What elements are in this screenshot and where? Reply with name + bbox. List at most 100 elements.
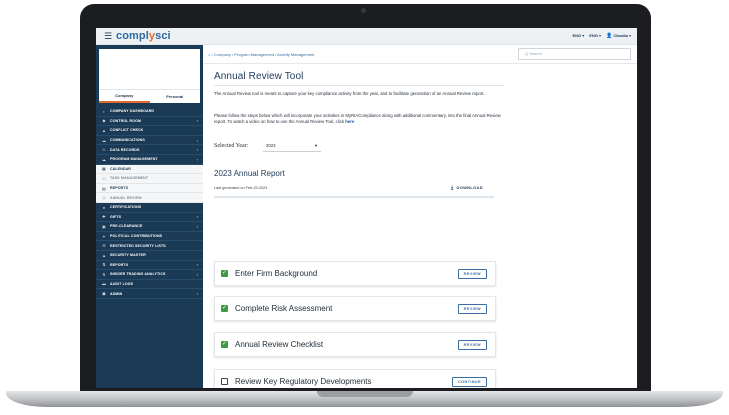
report-divider bbox=[214, 196, 494, 198]
chevron-right-icon: › bbox=[196, 156, 198, 162]
brand-tail: sci bbox=[155, 30, 171, 42]
instructions-body: Please follow the steps below which will… bbox=[214, 113, 501, 125]
sidebar-item-label: PRE-CLEARANCE bbox=[110, 224, 143, 229]
breadcrumb-path[interactable]: / Company / Program Management / Activit… bbox=[212, 52, 315, 57]
caret-down-icon: ▼ bbox=[314, 143, 318, 148]
review-button[interactable]: REVIEW bbox=[457, 269, 487, 279]
step-label: Complete Risk Assessment bbox=[235, 304, 333, 313]
language-dropdown[interactable]: ENG ▾ bbox=[572, 33, 584, 39]
chevron-right-icon: › bbox=[196, 271, 198, 277]
home-icon[interactable]: ⌂ bbox=[208, 52, 210, 57]
instructions-text: Please follow the steps below which will… bbox=[214, 113, 504, 126]
sidebar-item-reports[interactable]: ▤ REPORTS bbox=[96, 183, 203, 194]
user-icon: 👤 bbox=[606, 33, 613, 39]
camera-icon bbox=[361, 8, 366, 13]
sidebar: Company Personal ◗ COMPANY DASHBOARD ◆ CONT… bbox=[96, 45, 203, 388]
screen: ☰ complysci ENG ▾ ENG ▾ 👤 Claudia ▾ Comp… bbox=[96, 28, 637, 388]
user-menu[interactable]: 👤 Claudia ▾ bbox=[606, 33, 631, 39]
sidebar-item-label: CONFLICT CHECK bbox=[110, 128, 144, 133]
sidebar-item-label: PROGRAM MANAGEMENT bbox=[110, 157, 158, 162]
search-input[interactable]: Q Search bbox=[518, 48, 631, 60]
gifts-icon: ✚ bbox=[102, 214, 106, 220]
sidebar-item-program-management[interactable]: ☁ PROGRAM MANAGEMENT › bbox=[96, 155, 203, 165]
checkbox-checked-icon[interactable]: ✓ bbox=[221, 270, 228, 277]
video-link[interactable]: here bbox=[345, 119, 354, 124]
chevron-right-icon: › bbox=[196, 147, 198, 153]
brand-logo[interactable]: complysci bbox=[116, 30, 171, 42]
step-card: ✓ Enter Firm Background REVIEW bbox=[214, 261, 496, 286]
sidebar-item-data-records[interactable]: ⚠ DATA RECORDS › bbox=[96, 145, 203, 155]
main-content: ⌂ / Company / Program Management / Activ… bbox=[203, 45, 637, 388]
sidebar-item-company-dashboard[interactable]: ◗ COMPANY DASHBOARD bbox=[96, 107, 203, 117]
sidebar-item-label: DATA RECORDS bbox=[110, 147, 140, 152]
step-label: Enter Firm Background bbox=[235, 269, 318, 278]
sidebar-item-annual-review[interactable]: ◎ ANNUAL REVIEW bbox=[96, 193, 203, 203]
pre-clearance-icon: ▣ bbox=[102, 223, 106, 229]
top-bar: ☰ complysci ENG ▾ ENG ▾ 👤 Claudia ▾ bbox=[96, 28, 637, 45]
sidebar-item-label: CALENDAR bbox=[110, 166, 131, 171]
step-card: ✓ Complete Risk Assessment REVIEW bbox=[214, 296, 496, 321]
analytics-icon: ↯ bbox=[102, 271, 106, 277]
sidebar-item-calendar[interactable]: ▦ CALENDAR bbox=[96, 164, 203, 175]
profile-card: Company Personal bbox=[99, 49, 200, 103]
checkbox-checked-icon[interactable]: ✓ bbox=[221, 341, 228, 348]
tab-personal[interactable]: Personal bbox=[149, 89, 200, 103]
sidebar-item-label: POLITICAL CONTRIBUTIONS bbox=[110, 234, 163, 239]
sidebar-item-label: ANNUAL REVIEW bbox=[110, 195, 142, 200]
laptop-notch bbox=[317, 391, 413, 397]
audit-icon: ▬ bbox=[101, 281, 107, 287]
sidebar-item-reports[interactable]: ⇅ REPORTS › bbox=[96, 261, 203, 271]
language-dropdown-secondary[interactable]: ENG ▾ bbox=[589, 33, 601, 39]
sidebar-item-admin[interactable]: ◼ ADMIN › bbox=[96, 289, 203, 299]
report-title: 2023 Annual Report bbox=[214, 169, 285, 178]
security-master-icon: ▲ bbox=[101, 252, 107, 258]
review-button[interactable]: REVIEW bbox=[457, 340, 487, 350]
dashboard-icon: ◗ bbox=[102, 108, 106, 114]
sidebar-item-task-management[interactable]: ☑ TASK MANAGEMENT bbox=[96, 174, 203, 184]
certifications-icon: ● bbox=[102, 204, 106, 210]
download-button[interactable]: ⤓ DOWNLOAD bbox=[451, 185, 483, 191]
program-management-icon: ☁ bbox=[101, 156, 107, 162]
sidebar-item-insider-trading-analytics[interactable]: ↯ INSIDER TRADING ANALYTICS › bbox=[96, 270, 203, 280]
hamburger-menu-icon[interactable]: ☰ bbox=[104, 32, 112, 41]
sidebar-item-political-contributions[interactable]: ✦ POLITICAL CONTRIBUTIONS bbox=[96, 232, 203, 242]
chevron-right-icon: › bbox=[196, 291, 198, 297]
report-meta: Last generated on Feb-20-2023 bbox=[214, 186, 268, 190]
user-name: Claudia ▾ bbox=[613, 33, 631, 38]
annual-review-icon: ◎ bbox=[102, 195, 106, 201]
sidebar-item-gifts[interactable]: ✚ GIFTS › bbox=[96, 213, 203, 223]
title-divider bbox=[214, 85, 504, 86]
sidebar-item-label: GIFTS bbox=[110, 214, 122, 219]
continue-button[interactable]: CONTINUE bbox=[451, 377, 487, 387]
sidebar-item-restricted-security-lists[interactable]: ☰ RESTRICTED SECURITY LISTS bbox=[96, 241, 203, 251]
step-label: Annual Review Checklist bbox=[235, 340, 324, 349]
sidebar-item-certifications[interactable]: ● CERTIFICATIONS bbox=[96, 203, 203, 213]
sidebar-item-label: REPORTS bbox=[110, 262, 129, 267]
reports-icon: ▤ bbox=[102, 185, 106, 191]
review-button[interactable]: REVIEW bbox=[457, 304, 487, 314]
sidebar-item-control-room[interactable]: ◆ CONTROL ROOM › bbox=[96, 117, 203, 127]
intro-text: The Annual Review tool is meant to captu… bbox=[214, 91, 485, 96]
chevron-right-icon: › bbox=[196, 118, 198, 124]
sidebar-item-security-master[interactable]: ▲ SECURITY MASTER bbox=[96, 251, 203, 261]
step-card: Review Key Regulatory Developments CONTIN… bbox=[214, 369, 496, 388]
selected-year-label: Selected Year: bbox=[214, 143, 249, 149]
breadcrumb: ⌂ / Company / Program Management / Activ… bbox=[208, 52, 314, 57]
restricted-icon: ☰ bbox=[102, 243, 106, 249]
checkbox-empty-icon[interactable] bbox=[221, 378, 228, 385]
sidebar-item-label: TASK MANAGEMENT bbox=[110, 176, 149, 181]
sidebar-item-communications[interactable]: ☁ COMMUNICATIONS › bbox=[96, 136, 203, 146]
sidebar-item-conflict-check[interactable]: ▲ CONFLICT CHECK bbox=[96, 126, 203, 136]
sidebar-item-label: REPORTS bbox=[110, 186, 129, 191]
sidebar-item-audit-logs[interactable]: ▬ AUDIT LOGS bbox=[96, 280, 203, 290]
checkbox-checked-icon[interactable]: ✓ bbox=[221, 305, 228, 312]
year-select[interactable]: 2023 ▼ bbox=[263, 140, 321, 152]
step-label: Review Key Regulatory Developments bbox=[235, 377, 372, 386]
sidebar-item-label: COMPANY DASHBOARD bbox=[110, 109, 155, 114]
communications-icon: ☁ bbox=[101, 137, 107, 143]
calendar-icon: ▦ bbox=[102, 166, 106, 172]
sidebar-item-label: CERTIFICATIONS bbox=[110, 205, 142, 210]
chevron-right-icon: › bbox=[196, 214, 198, 220]
sidebar-item-pre-clearance[interactable]: ▣ PRE-CLEARANCE › bbox=[96, 222, 203, 232]
tab-company[interactable]: Company bbox=[99, 89, 150, 103]
